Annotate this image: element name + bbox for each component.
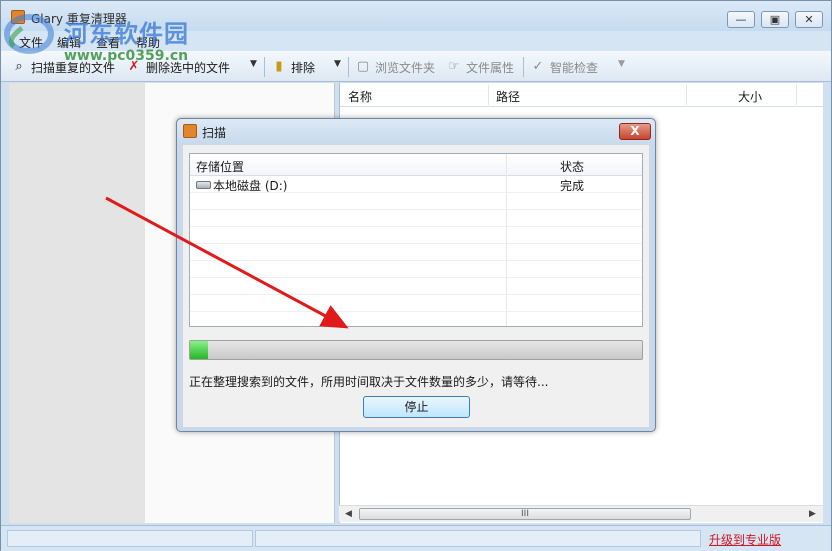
list-item: [190, 295, 642, 312]
hard-drive-icon: [196, 181, 211, 189]
scan-duplicates-label: 扫描重复的文件: [31, 60, 116, 75]
list-item: [190, 244, 642, 261]
title-bar: Glary 重复清理器 — ▣ ✕: [1, 1, 831, 31]
scan-dialog: 扫描 X 存储位置 状态 本地磁盘 (D:) 完成 正在整理搜索到的文件，所用时…: [176, 118, 656, 432]
menu-help[interactable]: 帮助: [136, 34, 160, 51]
toolbar-divider: [523, 57, 524, 77]
list-item[interactable]: 本地磁盘 (D:) 完成: [190, 176, 642, 193]
list-item: [190, 278, 642, 295]
scrollbar-thumb[interactable]: III: [359, 508, 691, 520]
window-title: Glary 重复清理器: [31, 12, 127, 26]
list-item: [190, 227, 642, 244]
close-icon: ✕: [804, 13, 814, 26]
app-icon: [11, 10, 25, 24]
exclude-button[interactable]: ▮ 排除: [271, 58, 315, 76]
hand-pointer-icon: ☞: [448, 59, 460, 74]
category-panel[interactable]: [9, 83, 145, 523]
close-icon: X: [630, 124, 640, 138]
dialog-title-bar: 扫描 X: [177, 119, 655, 145]
scroll-left-arrow-icon[interactable]: ◀: [345, 509, 352, 519]
list-item: [190, 210, 642, 227]
toolbar-divider: [348, 57, 349, 77]
browse-folder-button[interactable]: ▢ 浏览文件夹: [355, 58, 435, 76]
drive-status: 完成: [560, 179, 585, 193]
smart-check-label: 智能检查: [550, 60, 599, 75]
magnifier-icon: ⌕: [15, 59, 23, 74]
status-segment: [255, 530, 701, 547]
column-divider[interactable]: [686, 85, 687, 105]
browse-folder-icon: ▢: [356, 59, 370, 74]
status-segment: [7, 530, 253, 547]
minimize-button[interactable]: —: [727, 11, 755, 28]
stop-button[interactable]: 停止: [363, 396, 470, 418]
maximize-button[interactable]: ▣: [761, 11, 789, 28]
list-item: [190, 193, 642, 210]
menu-file[interactable]: 文件: [19, 34, 43, 51]
menu-view[interactable]: 查看: [96, 34, 120, 51]
menu-edit[interactable]: 编辑: [57, 34, 81, 51]
column-path[interactable]: 路径: [496, 88, 520, 105]
column-size[interactable]: 大小: [738, 88, 762, 105]
status-bar: 升级到专业版: [1, 525, 831, 551]
checkmark-icon: ✓: [532, 59, 544, 74]
dialog-app-icon: [183, 124, 197, 138]
close-button[interactable]: ✕: [795, 11, 823, 28]
dialog-close-button[interactable]: X: [619, 123, 651, 140]
maximize-icon: ▣: [769, 13, 781, 26]
dialog-body: 存储位置 状态 本地磁盘 (D:) 完成 正在整理搜索到的文件，所用时间取决于文…: [183, 145, 649, 427]
file-properties-button[interactable]: ☞ 文件属性: [446, 58, 514, 76]
drive-location: 本地磁盘 (D:): [213, 179, 288, 193]
toolbar-divider: [264, 57, 265, 77]
exclude-dropdown-arrow-icon[interactable]: ▼: [334, 59, 341, 69]
list-item: [190, 261, 642, 278]
scrollbar-grip: III: [521, 509, 529, 519]
delete-selected-label: 删除选中的文件: [146, 60, 231, 75]
column-name[interactable]: 名称: [348, 88, 372, 105]
delete-dropdown-arrow-icon[interactable]: ▼: [250, 59, 257, 69]
toolbar: ⌕ 扫描重复的文件 ✗ 删除选中的文件 ▼ ▮ 排除 ▼ ▢ 浏览文件夹 ☞ 文…: [1, 51, 831, 82]
minimize-icon: —: [735, 13, 747, 26]
scan-status-message: 正在整理搜索到的文件，所用时间取决于文件数量的多少，请等待...: [189, 375, 549, 389]
exclude-label: 排除: [291, 60, 316, 75]
menu-bar: 文件 编辑 查看 帮助: [1, 31, 831, 51]
column-divider[interactable]: [488, 85, 489, 105]
scan-progress-bar: [189, 340, 643, 360]
scan-list-header: 存储位置 状态: [190, 154, 642, 176]
delete-selected-button[interactable]: ✗ 删除选中的文件: [126, 58, 230, 76]
browse-folder-label: 浏览文件夹: [375, 60, 436, 75]
column-status[interactable]: 状态: [560, 158, 584, 175]
dialog-title: 扫描: [202, 126, 227, 140]
scan-location-list[interactable]: 存储位置 状态 本地磁盘 (D:) 完成: [189, 153, 643, 327]
exclude-folder-icon: ▮: [275, 59, 283, 74]
upgrade-link[interactable]: 升级到专业版: [709, 531, 781, 548]
scan-duplicates-button[interactable]: ⌕ 扫描重复的文件: [11, 58, 115, 76]
file-properties-label: 文件属性: [466, 60, 515, 75]
column-storage-location[interactable]: 存储位置: [196, 158, 244, 175]
smart-check-dropdown-arrow-icon[interactable]: ▼: [618, 59, 625, 69]
scroll-right-arrow-icon[interactable]: ▶: [809, 509, 816, 519]
results-header: 名称 路径 大小: [340, 83, 823, 107]
progress-fill: [190, 341, 209, 359]
horizontal-scrollbar[interactable]: ◀ III ▶: [339, 505, 823, 522]
delete-x-icon: ✗: [128, 59, 140, 74]
column-divider[interactable]: [796, 85, 797, 105]
smart-check-button[interactable]: ✓ 智能检查: [530, 58, 598, 76]
